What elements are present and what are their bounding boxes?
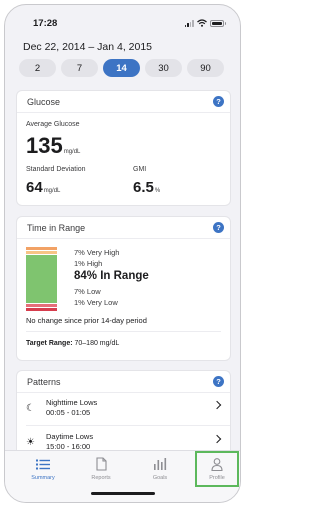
period-30-button[interactable]: 30 [145,59,182,77]
in-range-segment [26,255,57,303]
period-2-button[interactable]: 2 [19,59,56,77]
home-indicator [91,492,155,495]
help-icon[interactable]: ? [213,376,224,387]
time-in-range-card: Time in Range ? 7% Very High 1% High 84%… [16,216,231,361]
average-glucose-value: 135mg/dL [26,133,80,159]
battery-icon [210,19,226,27]
patterns-card: Patterns ? ☾ Nighttime Lows 00:05 - 01:0… [16,370,231,460]
time-in-range-card-header: Time in Range ? [17,217,230,239]
tab-label: Reports [91,475,111,481]
very-high-segment [26,247,57,250]
tab-reports[interactable]: Reports [80,453,122,487]
patterns-title: Patterns [27,376,61,387]
glucose-card: Glucose ? Average Glucose 135mg/dL Stand… [16,90,231,206]
date-range: Dec 22, 2014 – Jan 4, 2015 [23,41,153,53]
time-in-range-title: Time in Range [27,222,86,233]
profile-tab-highlight [195,451,239,487]
very-low-segment [26,308,57,311]
sd-label: Standard Deviation [26,166,86,173]
period-90-button[interactable]: 90 [187,59,224,77]
period-selector: 2 7 14 30 90 [19,59,224,77]
period-7-button[interactable]: 7 [61,59,98,77]
low-segment [26,304,57,307]
status-bar: 17:28 [5,5,240,37]
status-time: 17:28 [33,18,58,29]
pattern-time: 00:05 - 01:05 [46,408,91,417]
help-icon[interactable]: ? [213,96,224,107]
moon-icon: ☾ [26,403,35,414]
sd-unit: mg/dL [43,188,61,194]
target-range: Target Range: 70–180 mg/dL [26,340,119,347]
document-icon [95,456,107,472]
wifi-icon [197,19,207,27]
very-low-label: 1% Very Low [74,298,118,307]
divider [26,425,230,426]
chevron-right-icon [212,434,222,444]
phone-frame: 17:28 Dec 22, 2014 – Jan 4, 2015 2 7 14 … [4,4,241,503]
pattern-title: Nighttime Lows [46,398,98,407]
gmi-value: 6.5% [133,179,160,196]
tab-label: Summary [31,475,55,481]
period-14-button[interactable]: 14 [103,59,140,77]
sd-value: 64mg/dL [26,179,60,196]
tab-goals[interactable]: Goals [139,453,181,487]
high-label: 1% High [74,259,103,268]
average-glucose-label: Average Glucose [26,121,80,128]
gmi-label: GMI [133,166,147,173]
average-glucose-number: 135 [26,133,63,158]
time-in-range-bar [26,247,57,311]
very-high-label: 7% Very High [74,248,120,257]
list-icon [36,456,50,472]
status-icons [184,19,226,27]
change-note: No change since prior 14-day period [26,316,147,325]
high-segment [26,251,57,254]
divider [26,331,221,332]
gmi-unit: % [154,188,161,194]
chevron-right-icon [212,400,222,410]
glucose-title: Glucose [27,96,61,107]
tab-summary[interactable]: Summary [22,453,64,487]
sun-icon: ☀ [26,437,35,448]
gmi-number: 6.5 [133,179,154,196]
low-label: 7% Low [74,287,101,296]
tab-bar: Summary Reports Goals Profile [5,450,240,502]
cellular-signal-icon [184,19,194,27]
pattern-item-nighttime-lows[interactable]: ☾ Nighttime Lows 00:05 - 01:05 [17,394,230,424]
pattern-title: Daytime Lows [46,432,94,441]
patterns-card-header: Patterns ? [17,371,230,393]
tab-label: Goals [152,475,168,481]
help-icon[interactable]: ? [213,222,224,233]
bar-chart-icon [153,456,167,472]
target-range-label: Target Range: [26,340,73,347]
in-range-label: 84% In Range [74,270,149,282]
target-range-value: 70–180 mg/dL [74,340,120,347]
average-glucose-unit: mg/dL [63,149,81,155]
glucose-card-header: Glucose ? [17,91,230,113]
sd-number: 64 [26,179,43,196]
